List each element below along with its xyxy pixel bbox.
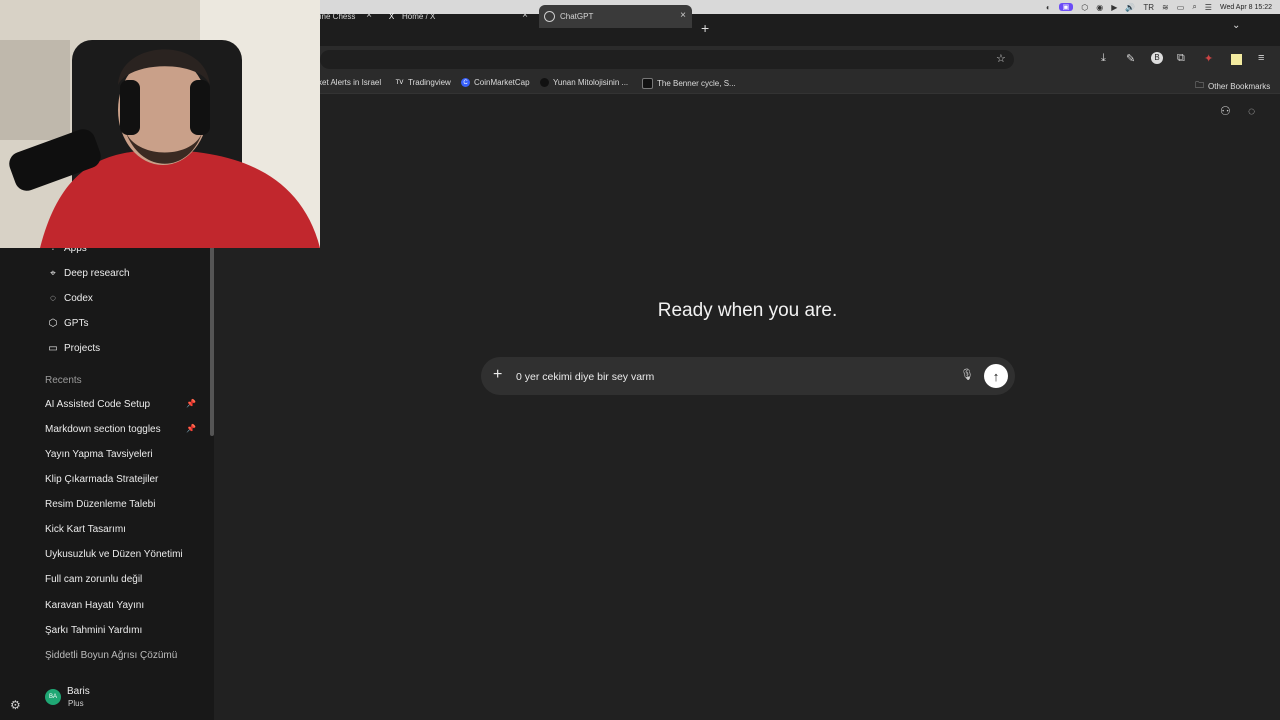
tradingview-icon: TV bbox=[395, 79, 404, 86]
site-icon bbox=[642, 78, 653, 89]
tab-label: ChatGPT bbox=[560, 12, 594, 21]
recent-chat[interactable]: Karavan Hayatı Yayını bbox=[45, 596, 200, 614]
battery-icon[interactable]: ▭ bbox=[1177, 3, 1185, 12]
shield-icon[interactable]: ◉ bbox=[1096, 3, 1103, 12]
tab-label: Home / X bbox=[402, 12, 436, 21]
recent-chat[interactable]: Şiddetli Boyun Ağrısı Çözümü bbox=[45, 646, 200, 664]
app-icon[interactable]: ⬡ bbox=[1081, 3, 1088, 12]
sidebar-item-codex[interactable]: ◌ Codex bbox=[47, 289, 93, 307]
recent-chat[interactable]: Klip Çıkarmada Stratejiler bbox=[45, 470, 200, 488]
avatar[interactable]: BA bbox=[45, 689, 61, 705]
chevron-down-icon[interactable]: ⌄ bbox=[1232, 20, 1240, 31]
webcam-feed-image bbox=[0, 0, 320, 248]
recent-chat[interactable]: Uykusuzluk ve Düzen Yönetimi bbox=[45, 545, 200, 563]
pin-icon[interactable]: 📌 bbox=[186, 399, 196, 408]
control-center-icon[interactable]: ☰ bbox=[1205, 3, 1212, 12]
plus-icon[interactable]: + bbox=[493, 366, 502, 384]
bookmark-item[interactable]: C CoinMarketCap bbox=[461, 78, 530, 87]
sidebar-item-label: Codex bbox=[64, 292, 93, 304]
bookmark-label: The Benner cycle, S... bbox=[657, 79, 736, 88]
bookmark-label: Yunan Mitolojisinin ... bbox=[553, 78, 629, 87]
recent-chat[interactable]: Şarkı Tahmini Yardımı bbox=[45, 621, 200, 639]
recent-chat[interactable]: Kick Kart Tasarımı bbox=[45, 520, 200, 538]
extension-b-icon[interactable]: B bbox=[1151, 52, 1163, 64]
tab-label: line Chess bbox=[318, 12, 356, 21]
close-icon[interactable]: × bbox=[522, 10, 528, 21]
bookmark-label: ket Alerts in Israel bbox=[318, 78, 382, 87]
bookmark-item[interactable]: TV Tradingview bbox=[395, 78, 451, 87]
sidebar-item-label: Projects bbox=[64, 342, 101, 354]
wifi-icon[interactable]: ≋ bbox=[1162, 3, 1169, 12]
pin-icon[interactable]: 📌 bbox=[186, 424, 196, 433]
menubar-clock[interactable]: Wed Apr 8 15:22 bbox=[1220, 4, 1272, 11]
arrow-up-icon: ↑ bbox=[992, 368, 1000, 384]
sidebar-item-gpts[interactable]: ⬡ GPTs bbox=[47, 314, 89, 332]
prompt-input[interactable] bbox=[516, 369, 946, 385]
star-icon[interactable]: ☆ bbox=[996, 52, 1006, 65]
extension-icon[interactable]: ✦ bbox=[1204, 52, 1213, 65]
folder-icon: ▭ bbox=[48, 342, 58, 354]
wrench-icon[interactable]: ✎ bbox=[1126, 52, 1135, 65]
telescope-icon: ⌖ bbox=[50, 267, 56, 279]
profile-icon[interactable] bbox=[1231, 54, 1242, 65]
temporary-chat-icon[interactable]: ◌ bbox=[1248, 104, 1255, 118]
close-icon[interactable]: × bbox=[366, 10, 372, 21]
send-button[interactable]: ↑ bbox=[984, 364, 1008, 388]
recents-heading: Recents bbox=[45, 375, 82, 386]
sidebar-scrollbar[interactable] bbox=[210, 240, 214, 436]
sidebar-item-label: Deep research bbox=[64, 267, 130, 279]
sidebar-item-label: GPTs bbox=[64, 317, 89, 329]
chatgpt-logo-icon bbox=[544, 11, 555, 22]
bookmark-label: Other Bookmarks bbox=[1208, 81, 1271, 91]
microphone-icon[interactable]: 🎙 bbox=[960, 368, 974, 381]
bookmark-label: Tradingview bbox=[408, 78, 451, 87]
webcam-overlay bbox=[0, 0, 320, 248]
site-icon bbox=[540, 78, 549, 87]
add-person-icon[interactable]: ⚇ bbox=[1220, 104, 1231, 118]
other-bookmarks[interactable]: 🗀 Other Bookmarks bbox=[1195, 78, 1270, 94]
recent-chat[interactable]: Resim Düzenleme Talebi bbox=[45, 495, 200, 513]
tab-chatgpt[interactable]: ChatGPT × bbox=[539, 5, 692, 28]
ai-status-icon[interactable]: ▣ bbox=[1058, 3, 1074, 11]
language-indicator[interactable]: TR bbox=[1143, 3, 1154, 12]
bookmark-item[interactable]: The Benner cycle, S... bbox=[642, 78, 736, 89]
menu-icon[interactable]: ≡ bbox=[1258, 52, 1264, 64]
sidebar-item-deep-research[interactable]: ⌖ Deep research bbox=[47, 264, 130, 282]
bookmark-item[interactable]: ket Alerts in Israel bbox=[318, 78, 381, 87]
user-plan: Plus bbox=[68, 699, 84, 708]
puzzle-icon[interactable]: ⧉ bbox=[1177, 52, 1185, 65]
download-icon[interactable]: ⤓ bbox=[1101, 52, 1106, 65]
new-tab-button[interactable]: + bbox=[701, 20, 709, 36]
recent-chat[interactable]: Markdown section toggles bbox=[45, 420, 200, 438]
bookmark-item[interactable]: Yunan Mitolojisinin ... bbox=[540, 78, 628, 87]
recent-chat[interactable]: AI Assisted Code Setup bbox=[45, 395, 200, 413]
status-icon[interactable]: ◐ bbox=[1046, 3, 1051, 12]
recent-chat[interactable]: Full cam zorunlu değil bbox=[45, 570, 200, 588]
volume-icon[interactable]: 🔊 bbox=[1125, 3, 1135, 12]
cube-icon: ⬡ bbox=[48, 317, 58, 329]
x-logo-icon: X bbox=[388, 12, 395, 21]
user-name[interactable]: Baris bbox=[67, 686, 90, 697]
folder-icon: 🗀 bbox=[1195, 80, 1205, 90]
address-bar[interactable] bbox=[320, 50, 1014, 69]
close-icon[interactable]: × bbox=[680, 10, 686, 21]
gear-icon[interactable]: ⚙ bbox=[10, 698, 21, 712]
bookmark-label: CoinMarketCap bbox=[474, 78, 530, 87]
tab-x-home[interactable]: X Home / X × bbox=[386, 5, 534, 28]
play-icon[interactable]: ▶ bbox=[1111, 3, 1117, 12]
coinmarketcap-icon: C bbox=[461, 78, 470, 87]
search-icon[interactable]: ⌕ bbox=[1192, 2, 1196, 12]
page-title: Ready when you are. bbox=[657, 300, 838, 321]
recent-chat[interactable]: Yayın Yapma Tavsiyeleri bbox=[45, 445, 200, 463]
sidebar-item-projects[interactable]: ▭ Projects bbox=[47, 339, 100, 357]
tab-chess[interactable]: line Chess × bbox=[318, 5, 378, 28]
codex-icon: ◌ bbox=[50, 292, 56, 304]
